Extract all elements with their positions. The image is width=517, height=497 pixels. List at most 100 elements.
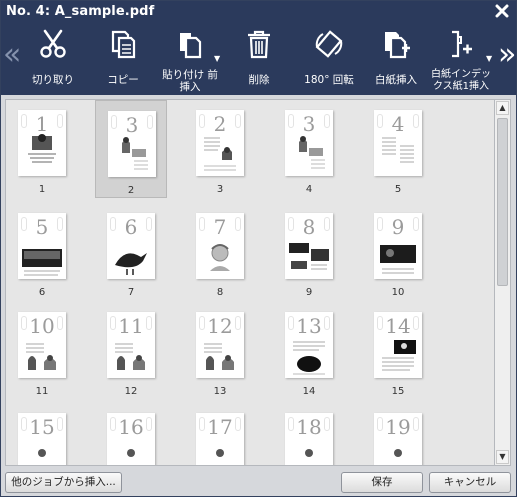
- copy-icon: [111, 30, 136, 59]
- page-illustration: [299, 136, 325, 169]
- page-illustration: [289, 243, 329, 270]
- page-illustration: [127, 449, 135, 457]
- page-thumbnail[interactable]: 9 10: [362, 203, 434, 301]
- index-dropdown-icon[interactable]: ▼: [486, 54, 492, 63]
- paste-button[interactable]: ▼ 貼り付け 前挿入: [157, 26, 223, 93]
- page-thumbnail[interactable]: 12 13: [184, 302, 256, 400]
- trash-icon: [248, 30, 270, 59]
- page-index-label: 6: [38, 287, 46, 298]
- page-index-label: 3: [216, 184, 224, 195]
- index-tab-icon: [452, 30, 472, 58]
- rotate-button[interactable]: 180° 回転: [297, 26, 361, 92]
- page-preview: 3: [108, 111, 156, 177]
- page-preview: 16: [107, 413, 155, 465]
- page-thumbnail[interactable]: 67: [95, 203, 167, 301]
- page-thumbnail[interactable]: 14 15: [362, 302, 434, 400]
- page-thumbnail[interactable]: 11 12: [95, 302, 167, 400]
- page-preview: 1: [18, 110, 66, 176]
- page-preview: 17: [196, 413, 244, 465]
- page-index-label: 8: [216, 287, 224, 298]
- page-thumbnail-grid: 1 1 3 2 2 3 3 4 4 5 5 6 6 7 7 8 8 9 9 10 10 11 11 12 12 13 13 14 14 1…: [5, 99, 495, 466]
- page-preview: 10: [18, 312, 66, 378]
- page-preview: 2: [196, 110, 244, 176]
- cancel-button[interactable]: キャンセル: [429, 472, 511, 493]
- page-thumbnail[interactable]: 34: [273, 100, 345, 198]
- page-thumbnail[interactable]: 19: [362, 403, 434, 465]
- page-preview: 7: [196, 213, 244, 279]
- page-preview: 19: [374, 413, 422, 465]
- page-thumbnail[interactable]: 16: [95, 403, 167, 465]
- page-thumbnail[interactable]: 17: [184, 403, 256, 465]
- paste-label: 貼り付け 前挿入: [162, 69, 218, 93]
- page-illustration: [115, 343, 145, 370]
- page-illustration: [22, 249, 62, 276]
- window-title: No. 4: A_sample.pdf: [6, 4, 155, 19]
- save-button[interactable]: 保存: [341, 472, 423, 493]
- page-thumbnail[interactable]: 10 11: [6, 302, 78, 400]
- page-thumbnail[interactable]: 15: [6, 403, 78, 465]
- page-illustration: [216, 449, 224, 457]
- page-illustration: [122, 137, 148, 170]
- cut-button[interactable]: 切り取り: [27, 26, 79, 92]
- page-illustration: [380, 245, 416, 274]
- scroll-left-icon[interactable]: «: [3, 40, 21, 71]
- page-index-label: 7: [127, 287, 135, 298]
- insert-blank-label: 白紙挿入: [375, 74, 417, 86]
- page-preview: 11: [107, 312, 155, 378]
- page-illustration: [394, 449, 402, 457]
- page-thumbnail[interactable]: 78: [184, 203, 256, 301]
- scroll-down-icon[interactable]: ▼: [496, 450, 509, 464]
- page-thumbnail[interactable]: 56: [6, 203, 78, 301]
- cut-label: 切り取り: [32, 74, 74, 86]
- insert-from-other-job-button[interactable]: 他のジョブから挿入...: [5, 472, 122, 493]
- insert-blank-button[interactable]: 白紙挿入: [367, 26, 425, 92]
- page-illustration: [204, 343, 234, 370]
- page-thumbnail[interactable]: 32: [95, 100, 167, 198]
- page-thumbnail[interactable]: 45: [362, 100, 434, 198]
- page-index-label: 9: [305, 287, 313, 298]
- scroll-right-icon[interactable]: »: [498, 40, 516, 71]
- page-illustration: [26, 343, 56, 370]
- page-organizer-window: No. 4: A_sample.pdf « 切り取り コピー ▼ 貼り付け 前挿…: [0, 0, 517, 497]
- page-preview: 12: [196, 312, 244, 378]
- delete-button[interactable]: 削除: [233, 26, 285, 92]
- page-index-label: 2: [127, 185, 135, 196]
- page-index-label: 4: [305, 184, 313, 195]
- page-illustration: [382, 340, 416, 371]
- page-preview: 13: [285, 312, 333, 378]
- rotate-label: 180° 回転: [304, 74, 354, 86]
- page-preview: 14: [374, 312, 422, 378]
- scroll-up-icon[interactable]: ▲: [496, 101, 509, 115]
- insert-index-button[interactable]: ▼ 白紙インデックス紙1挿入: [429, 26, 493, 92]
- page-thumbnail[interactable]: 89: [273, 203, 345, 301]
- delete-label: 削除: [248, 74, 270, 86]
- page-index-label: 13: [213, 386, 227, 397]
- page-illustration: [204, 137, 236, 171]
- page-index-label: 15: [391, 386, 405, 397]
- page-index-label: 10: [391, 287, 405, 298]
- page-illustration: [293, 341, 325, 375]
- scrollbar-thumb[interactable]: [497, 118, 508, 286]
- rotate-icon: [315, 30, 343, 58]
- paste-dropdown-icon[interactable]: ▼: [214, 54, 220, 63]
- page-preview: 9: [374, 213, 422, 279]
- page-thumbnail[interactable]: 23: [184, 100, 256, 198]
- page-thumbnail[interactable]: 18: [273, 403, 345, 465]
- page-index-label: 11: [35, 386, 49, 397]
- copy-label: コピー: [107, 74, 139, 86]
- toolbar: « 切り取り コピー ▼ 貼り付け 前挿入 削除 180° 回転 白紙挿入 ▼ …: [1, 23, 516, 95]
- copy-button[interactable]: コピー: [97, 26, 149, 92]
- page-index-label: 12: [124, 386, 138, 397]
- page-thumbnail[interactable]: 13 14: [273, 302, 345, 400]
- page-illustration: [115, 253, 147, 275]
- vertical-scrollbar[interactable]: ▲ ▼: [495, 99, 511, 466]
- close-icon[interactable]: [493, 2, 511, 20]
- page-index-label: 1: [38, 184, 46, 195]
- page-index-label: 5: [394, 184, 402, 195]
- page-preview: 15: [18, 413, 66, 465]
- page-illustration: [382, 137, 414, 163]
- page-preview: 6: [107, 213, 155, 279]
- insert-index-label: 白紙インデックス紙1挿入: [431, 69, 491, 92]
- page-thumbnail[interactable]: 11: [6, 100, 78, 198]
- page-preview: 8: [285, 213, 333, 279]
